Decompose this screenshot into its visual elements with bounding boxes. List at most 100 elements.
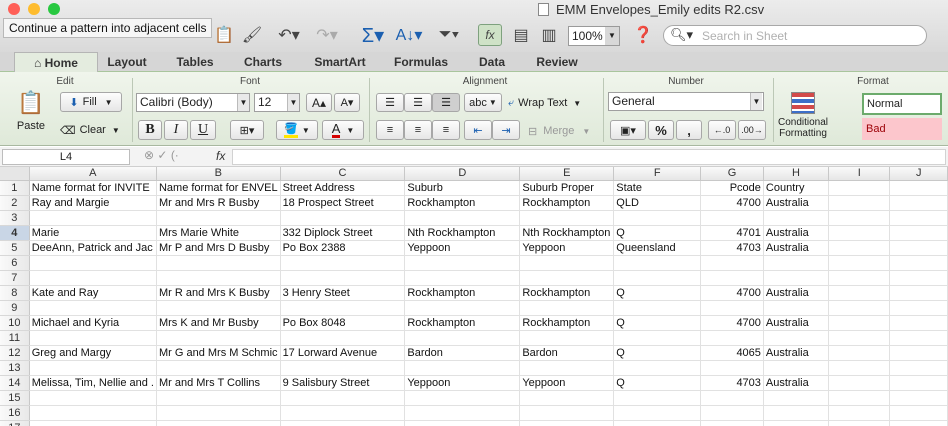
cell-f2[interactable]: QLD <box>613 195 702 211</box>
cell-i5[interactable] <box>828 240 891 256</box>
cell-b9[interactable] <box>156 300 281 316</box>
cell-style-bad[interactable]: Bad <box>862 118 942 140</box>
increase-indent-button[interactable]: ⇥ <box>492 120 520 140</box>
cell-i2[interactable] <box>828 195 891 211</box>
select-all-corner[interactable] <box>0 167 30 181</box>
close-window-button[interactable] <box>8 3 20 15</box>
cell-g13[interactable] <box>700 360 764 376</box>
cell-g8[interactable]: 4700 <box>700 285 764 301</box>
cell-i9[interactable] <box>828 300 891 316</box>
cell-i17[interactable] <box>828 420 891 426</box>
align-right-button[interactable]: ≡ <box>432 120 460 140</box>
toolbox-icon[interactable]: ▥ <box>538 22 560 48</box>
cell-c3[interactable] <box>280 210 406 226</box>
cell-d6[interactable] <box>404 255 521 271</box>
cell-j13[interactable] <box>889 360 948 376</box>
paste-button[interactable]: 📋 Paste <box>8 90 54 142</box>
row-header[interactable]: 8 <box>0 285 30 301</box>
cell-i16[interactable] <box>828 405 891 421</box>
cell-i7[interactable] <box>828 270 891 286</box>
cell-e6[interactable] <box>519 255 615 271</box>
cell-a2[interactable]: Ray and Margie <box>29 195 157 211</box>
align-center-button[interactable]: ≡ <box>404 120 432 140</box>
cell-h4[interactable]: Australia <box>763 225 830 241</box>
cell-f1[interactable]: State <box>613 180 702 196</box>
gallery-icon[interactable]: ▤ <box>510 22 532 48</box>
cell-a9[interactable] <box>29 300 157 316</box>
column-header-c[interactable]: C <box>280 167 406 181</box>
cell-f15[interactable] <box>613 390 702 406</box>
cell-c6[interactable] <box>280 255 406 271</box>
cell-a15[interactable] <box>29 390 157 406</box>
row-header[interactable]: 12 <box>0 345 30 361</box>
cell-b12[interactable]: Mr G and Mrs M Schmic <box>156 345 281 361</box>
cell-h15[interactable] <box>763 390 830 406</box>
cell-f10[interactable]: Q <box>613 315 702 331</box>
minimize-window-button[interactable] <box>28 3 40 15</box>
cell-g10[interactable]: 4700 <box>700 315 764 331</box>
cell-g5[interactable]: 4703 <box>700 240 764 256</box>
font-name-dropdown-icon[interactable]: ▼ <box>237 94 249 111</box>
font-size-dropdown-icon[interactable]: ▼ <box>287 94 299 111</box>
font-name-field[interactable]: Calibri (Body) <box>136 93 250 112</box>
cell-g7[interactable] <box>700 270 764 286</box>
cell-a13[interactable] <box>29 360 157 376</box>
row-header[interactable]: 7 <box>0 270 30 286</box>
cell-b7[interactable] <box>156 270 281 286</box>
cell-j7[interactable] <box>889 270 948 286</box>
comma-button[interactable]: , <box>676 120 702 140</box>
cell-h2[interactable]: Australia <box>763 195 830 211</box>
row-header[interactable]: 17 <box>0 420 30 426</box>
cell-c7[interactable] <box>280 270 406 286</box>
cell-i14[interactable] <box>828 375 891 391</box>
cell-e12[interactable]: Bardon <box>519 345 615 361</box>
cell-a16[interactable] <box>29 405 157 421</box>
cell-c9[interactable] <box>280 300 406 316</box>
cell-j15[interactable] <box>889 390 948 406</box>
cell-i10[interactable] <box>828 315 891 331</box>
cell-b2[interactable]: Mr and Mrs R Busby <box>156 195 281 211</box>
cell-e9[interactable] <box>519 300 615 316</box>
cell-c5[interactable]: Po Box 2388 <box>280 240 406 256</box>
cell-h11[interactable] <box>763 330 830 346</box>
cell-c12[interactable]: 17 Lorward Avenue <box>280 345 406 361</box>
formula-input[interactable] <box>232 149 946 165</box>
cell-b15[interactable] <box>156 390 281 406</box>
cell-a5[interactable]: DeeAnn, Patrick and Jac <box>29 240 157 256</box>
cell-b3[interactable] <box>156 210 281 226</box>
cell-h6[interactable] <box>763 255 830 271</box>
cell-i11[interactable] <box>828 330 891 346</box>
cell-a10[interactable]: Michael and Kyria <box>29 315 157 331</box>
borders-button[interactable]: ⊞▾ <box>230 120 264 140</box>
cell-e10[interactable]: Rockhampton <box>519 315 615 331</box>
cell-i12[interactable] <box>828 345 891 361</box>
row-header[interactable]: 10 <box>0 315 30 331</box>
cell-b4[interactable]: Mrs Marie White <box>156 225 281 241</box>
cell-f12[interactable]: Q <box>613 345 702 361</box>
align-left-button[interactable]: ≡ <box>376 120 404 140</box>
cell-c8[interactable]: 3 Henry Steet <box>280 285 406 301</box>
cell-e3[interactable] <box>519 210 615 226</box>
cell-a12[interactable]: Greg and Margy <box>29 345 157 361</box>
cell-a8[interactable]: Kate and Ray <box>29 285 157 301</box>
cell-c1[interactable]: Street Address <box>280 180 406 196</box>
confirm-icon[interactable]: ✓ <box>157 148 167 162</box>
column-header-d[interactable]: D <box>404 167 521 181</box>
cell-i1[interactable] <box>828 180 891 196</box>
cell-b16[interactable] <box>156 405 281 421</box>
clear-button[interactable]: ⌫ Clear ▼ <box>60 121 122 139</box>
cell-d17[interactable] <box>404 420 521 426</box>
decrease-font-size-button[interactable]: A▾ <box>334 93 360 112</box>
column-header-f[interactable]: F <box>613 167 702 181</box>
cell-c14[interactable]: 9 Salisbury Street <box>280 375 406 391</box>
cell-b13[interactable] <box>156 360 281 376</box>
row-header[interactable]: 11 <box>0 330 30 346</box>
name-box[interactable]: L4 <box>2 149 130 165</box>
help-icon[interactable]: ❓ <box>632 22 654 48</box>
bold-button[interactable]: B <box>138 120 162 140</box>
paste-toolbar-icon[interactable]: 📋 <box>213 22 235 48</box>
cell-c4[interactable]: 332 Diplock Street <box>280 225 406 241</box>
cell-g12[interactable]: 4065 <box>700 345 764 361</box>
cell-e15[interactable] <box>519 390 615 406</box>
cell-g16[interactable] <box>700 405 764 421</box>
